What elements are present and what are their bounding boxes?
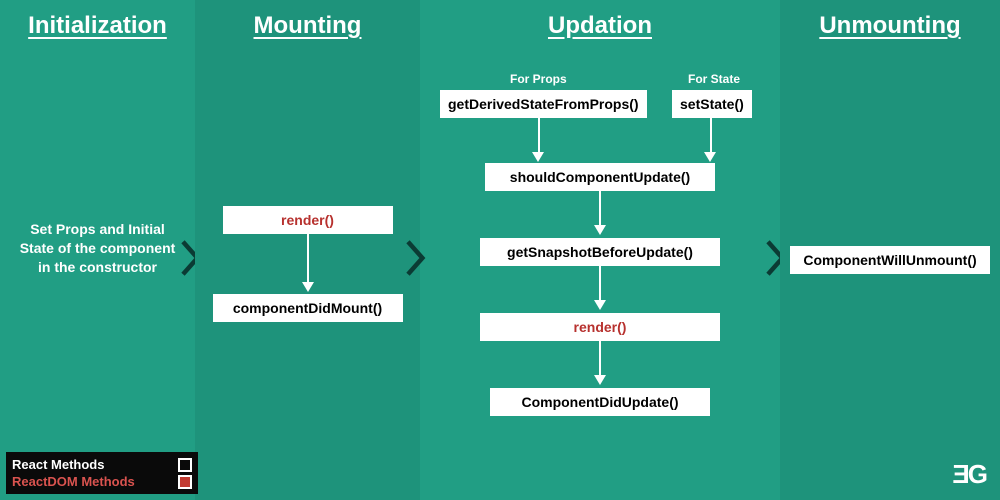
legend-swatch-white	[178, 458, 192, 472]
box-get-snapshot: getSnapshotBeforeUpdate()	[480, 238, 720, 266]
logo: ƎG	[952, 459, 986, 490]
box-update-render: render()	[480, 313, 720, 341]
arrow-line	[307, 234, 309, 282]
title-unmounting: Unmounting	[780, 12, 1000, 40]
legend-row-react: React Methods	[12, 456, 192, 473]
legend: React Methods ReactDOM Methods	[6, 452, 198, 494]
title-updation: Updation	[420, 12, 780, 40]
box-component-will-unmount: ComponentWillUnmount()	[790, 246, 990, 274]
label-for-state: For State	[688, 72, 740, 86]
arrow-line	[599, 341, 601, 375]
column-mounting: Mounting render() componentDidMount()	[195, 0, 420, 500]
box-get-derived-state: getDerivedStateFromProps()	[440, 90, 647, 118]
arrow-line	[710, 118, 712, 152]
label-for-props: For Props	[510, 72, 567, 86]
arrow-line	[599, 191, 601, 225]
column-unmounting: Unmounting ComponentWillUnmount()	[780, 0, 1000, 500]
column-updation: Updation For Props For State getDerivedS…	[420, 0, 780, 500]
arrow-head-icon	[594, 300, 606, 310]
legend-row-reactdom: ReactDOM Methods	[12, 473, 192, 490]
legend-label-react: React Methods	[12, 457, 104, 472]
legend-label-reactdom: ReactDOM Methods	[12, 474, 135, 489]
legend-swatch-red	[178, 475, 192, 489]
title-initialization: Initialization	[0, 12, 195, 40]
arrow-line	[538, 118, 540, 152]
box-component-did-mount: componentDidMount()	[213, 294, 403, 322]
column-initialization: Initialization Set Props and Initial Sta…	[0, 0, 195, 500]
arrow-head-icon	[532, 152, 544, 162]
box-set-state: setState()	[672, 90, 752, 118]
arrow-head-icon	[594, 375, 606, 385]
title-mounting: Mounting	[195, 12, 420, 40]
box-component-did-update: ComponentDidUpdate()	[490, 388, 710, 416]
init-description: Set Props and Initial State of the compo…	[13, 220, 183, 277]
box-should-component-update: shouldComponentUpdate()	[485, 163, 715, 191]
arrow-head-icon	[704, 152, 716, 162]
arrow-head-icon	[302, 282, 314, 292]
arrow-line	[599, 266, 601, 300]
arrow-head-icon	[594, 225, 606, 235]
box-mount-render: render()	[223, 206, 393, 234]
